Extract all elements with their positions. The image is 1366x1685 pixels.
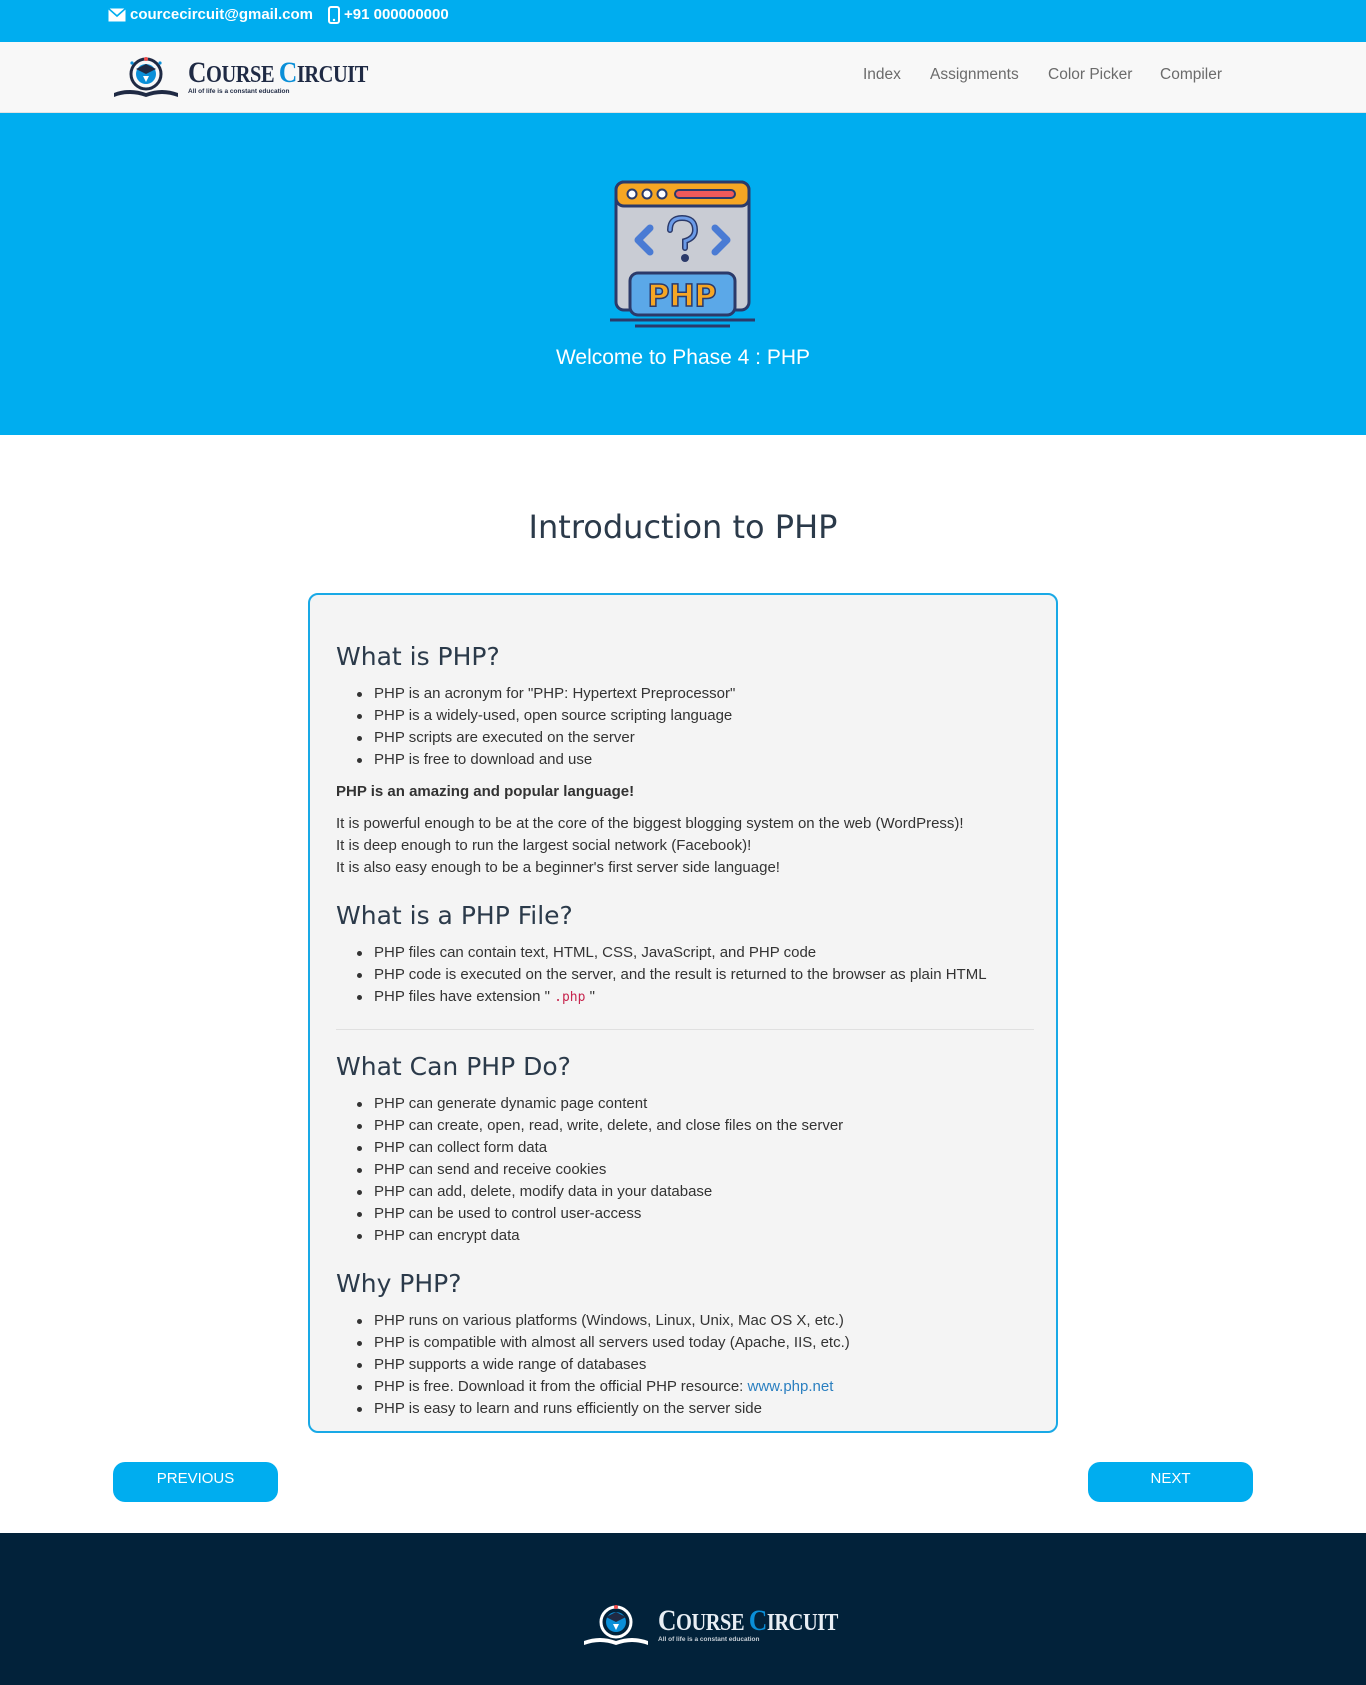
nav-item-color-picker[interactable]: Color Picker (1048, 66, 1132, 84)
paragraph-line: It is also easy enough to be a beginner'… (336, 859, 780, 876)
heading-why-php: Why PHP? (336, 1269, 462, 1298)
list-item: PHP is compatible with almost all server… (350, 1332, 850, 1354)
php-icon-label: PHP (647, 279, 716, 314)
list-item: PHP can add, delete, modify data in your… (350, 1181, 843, 1203)
free-prefix: PHP is free. Download it from the offici… (374, 1378, 748, 1395)
heading-what-is-php-file: What is a PHP File? (336, 901, 573, 930)
list-item: PHP code is executed on the server, and … (350, 964, 987, 986)
contact-phone[interactable]: +91 000000000 (328, 0, 449, 30)
footer-brand-title: COURSE CIRCUIT (658, 1606, 839, 1636)
footer-brand-logo[interactable]: COURSE CIRCUIT All of life is a constant… (582, 1603, 870, 1649)
mobile-phone-icon (328, 6, 340, 24)
footer: COURSE CIRCUIT All of life is a constant… (0, 1533, 1366, 1685)
top-contact-bar: courcecircuit@gmail.com +91 000000000 (0, 0, 1366, 42)
brand-word1-rest: OURSE (205, 62, 275, 88)
paragraph-line: It is deep enough to run the largest soc… (336, 837, 752, 854)
list-item: PHP runs on various platforms (Windows, … (350, 1310, 850, 1332)
course-circuit-logo-icon (114, 57, 178, 97)
brand-text: COURSE CIRCUIT All of life is a constant… (188, 58, 400, 96)
envelope-icon (108, 8, 126, 22)
list-item: PHP supports a wide range of databases (350, 1354, 850, 1376)
footer-brand-text: COURSE CIRCUIT All of life is a constant… (658, 1606, 870, 1644)
list-item: PHP is an acronym for "PHP: Hypertext Pr… (350, 683, 735, 705)
brand-word1-first: C (188, 56, 206, 89)
list-item: PHP is a widely-used, open source script… (350, 705, 735, 727)
list-item-free: PHP is free. Download it from the offici… (350, 1376, 850, 1398)
bold-note: PHP is an amazing and popular language! (336, 783, 635, 800)
content-card: What is PHP? PHP is an acronym for "PHP:… (308, 593, 1058, 1433)
list-item: PHP is free to download and use (350, 749, 735, 771)
list-item: PHP is easy to learn and runs efficientl… (350, 1398, 850, 1420)
nav-item-index[interactable]: Index (863, 66, 901, 84)
brand-word2-first: C (278, 56, 297, 89)
list-php-can-do: PHP can generate dynamic page content PH… (350, 1093, 843, 1247)
list-why-php: PHP runs on various platforms (Windows, … (350, 1310, 850, 1420)
list-item: PHP files can contain text, HTML, CSS, J… (350, 942, 987, 964)
list-item: PHP scripts are executed on the server (350, 727, 735, 749)
extension-code: .php (554, 990, 586, 1005)
heading-what-can-php-do: What Can PHP Do? (336, 1052, 571, 1081)
php-net-link[interactable]: www.php.net (748, 1378, 834, 1395)
brand-word2-rest: IRCUIT (296, 62, 369, 88)
section-divider (336, 1029, 1034, 1030)
nav-item-assignments[interactable]: Assignments (930, 66, 1019, 84)
footer-brand-word1-first: C (658, 1604, 676, 1637)
paragraph-line: It is powerful enough to be at the core … (336, 815, 964, 832)
list-item: PHP can send and receive cookies (350, 1159, 843, 1181)
heading-what-is-php: What is PHP? (336, 642, 500, 671)
footer-brand-tagline: All of life is a constant education (658, 1636, 760, 1643)
main-navbar: COURSE CIRCUIT All of life is a constant… (0, 42, 1366, 113)
extension-suffix: " (585, 988, 595, 1005)
contact-email[interactable]: courcecircuit@gmail.com (108, 0, 313, 30)
page-title: Introduction to PHP (528, 508, 838, 546)
list-item: PHP can encrypt data (350, 1225, 843, 1247)
list-item-extension: PHP files have extension " .php " (350, 986, 987, 1008)
list-php-file: PHP files can contain text, HTML, CSS, J… (350, 942, 987, 1008)
contact-phone-text: +91 000000000 (344, 6, 449, 23)
php-code-window-icon: PHP (610, 180, 755, 328)
extension-prefix: PHP files have extension " (374, 988, 550, 1005)
previous-button[interactable]: PREVIOUS (113, 1462, 278, 1502)
next-button[interactable]: NEXT (1088, 1462, 1253, 1502)
footer-brand-word1-rest: OURSE (675, 1610, 745, 1636)
list-item: PHP can collect form data (350, 1137, 843, 1159)
list-item: PHP can create, open, read, write, delet… (350, 1115, 843, 1137)
hero-banner: PHP Welcome to Phase 4 : PHP (0, 113, 1366, 435)
footer-brand-word2-rest: IRCUIT (766, 1610, 839, 1636)
course-circuit-logo-icon (584, 1605, 648, 1645)
contact-email-text: courcecircuit@gmail.com (130, 6, 314, 23)
brand-tagline: All of life is a constant education (188, 88, 290, 95)
nav-item-compiler[interactable]: Compiler (1160, 66, 1222, 84)
brand-title: COURSE CIRCUIT (188, 58, 369, 88)
footer-brand-word2-first: C (748, 1604, 767, 1637)
list-item: PHP can be used to control user-access (350, 1203, 843, 1225)
list-item: PHP can generate dynamic page content (350, 1093, 843, 1115)
list-what-is-php: PHP is an acronym for "PHP: Hypertext Pr… (350, 683, 735, 771)
hero-title: Welcome to Phase 4 : PHP (555, 346, 811, 369)
brand-logo[interactable]: COURSE CIRCUIT All of life is a constant… (112, 54, 400, 102)
